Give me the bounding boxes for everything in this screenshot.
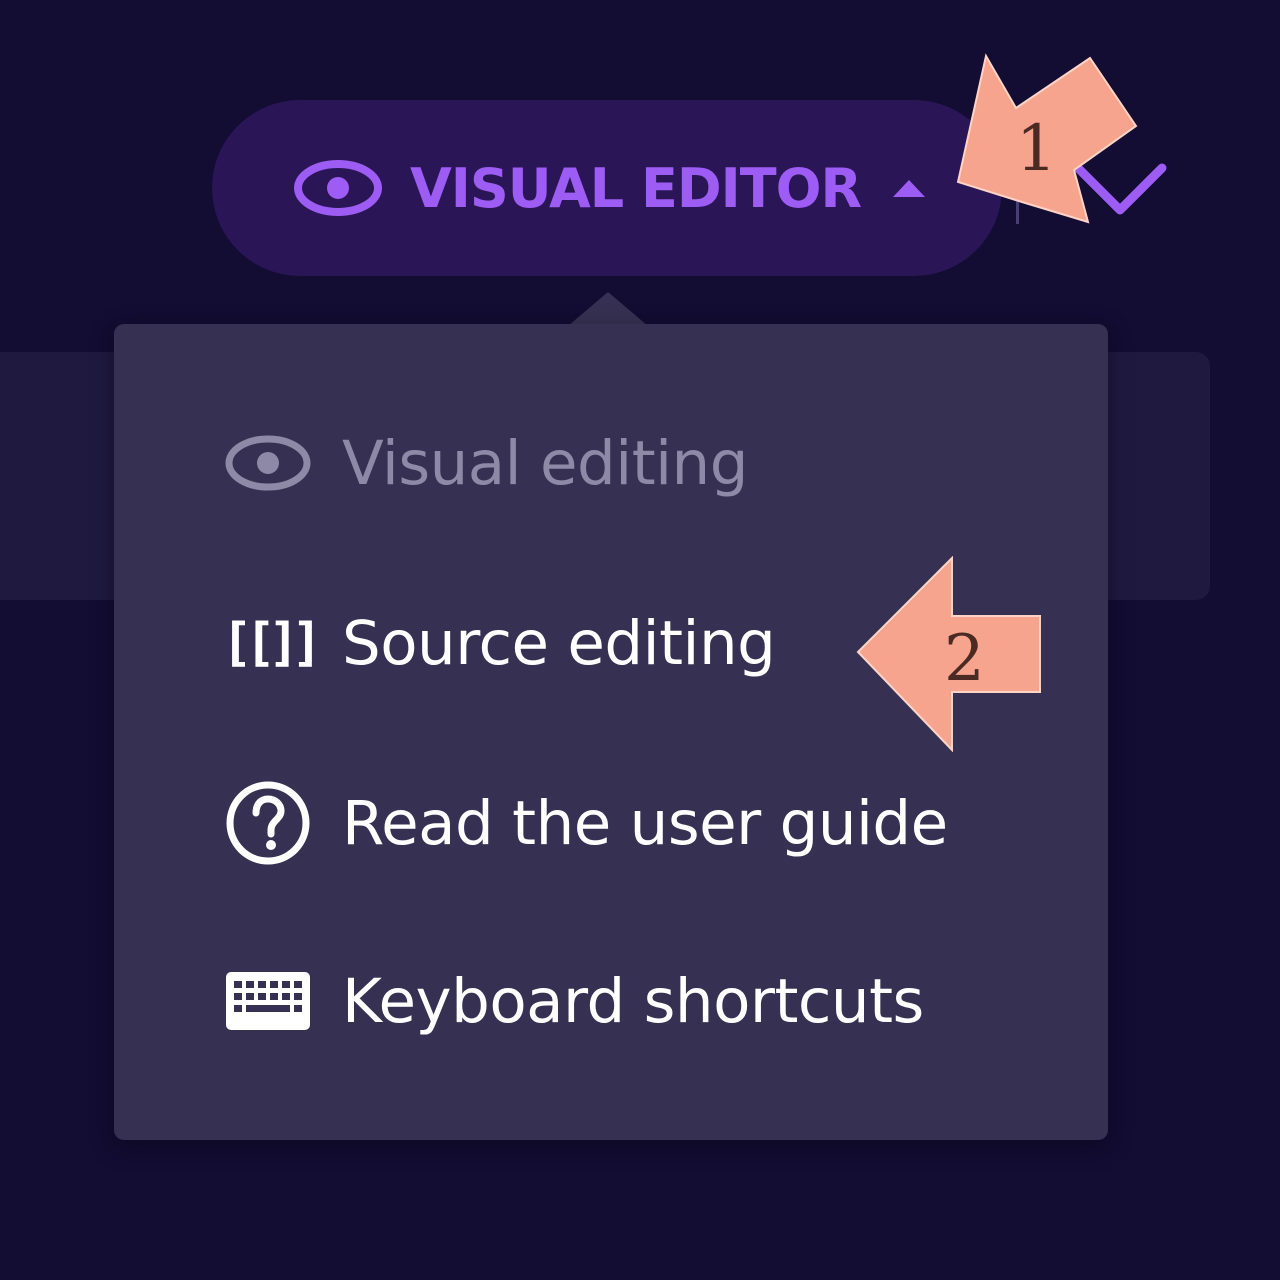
editor-switch-label: VISUAL EDITOR: [410, 156, 862, 220]
menu-item-keyboard-shortcuts[interactable]: Keyboard shortcuts: [224, 946, 1084, 1056]
caret-up-icon: [893, 180, 926, 197]
menu-pointer: [568, 292, 648, 326]
menu-item-source-editing[interactable]: [[]] Source editing: [221, 588, 1084, 698]
menu-item-label: Read the user guide: [342, 787, 948, 859]
keyboard-icon: [224, 957, 312, 1045]
toolbar-separator: [1016, 170, 1019, 224]
menu-item-visual-editing[interactable]: Visual editing: [224, 408, 1084, 518]
menu-item-label: Source editing: [342, 607, 776, 679]
eye-icon: [224, 419, 312, 507]
question-circle-icon: [224, 779, 312, 867]
brackets-icon: [[]]: [221, 613, 322, 673]
chevron-down-icon[interactable]: [1068, 150, 1172, 230]
eye-icon: [294, 160, 382, 216]
annotation-number-1: 1: [1016, 112, 1057, 186]
editor-screen: VISUAL EDITOR Visual editing [[]] Source…: [0, 0, 1280, 1280]
menu-item-label: Keyboard shortcuts: [342, 965, 924, 1037]
menu-item-label: Visual editing: [342, 427, 748, 499]
editor-switch[interactable]: VISUAL EDITOR: [212, 100, 1002, 276]
editor-mode-menu: Visual editing [[]] Source editing Read …: [114, 324, 1108, 1140]
menu-item-user-guide[interactable]: Read the user guide: [224, 768, 1084, 878]
